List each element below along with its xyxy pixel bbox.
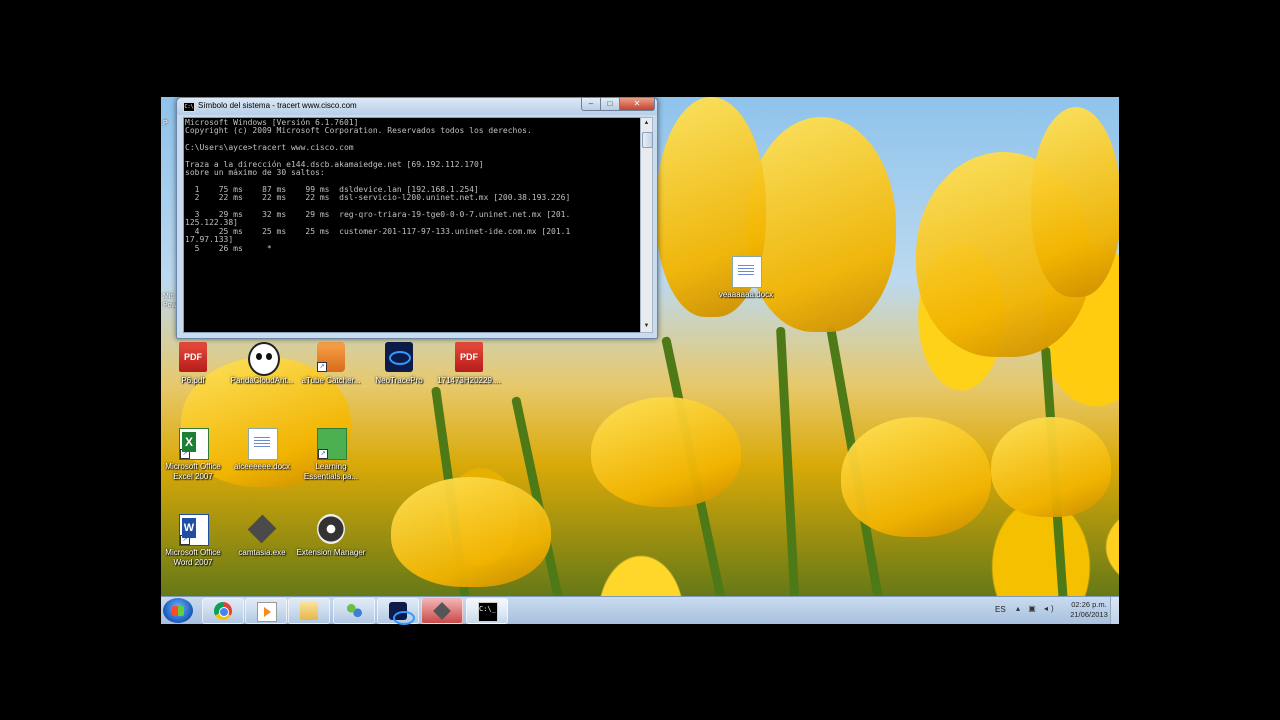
cmd-icon: C:\_ <box>478 602 498 622</box>
desktop-icon-p6-pdf[interactable]: PDF P6.pdf <box>158 342 228 402</box>
console-line: 3 29 ms 32 ms 29 ms reg-qro-triara-19-tg… <box>185 210 571 219</box>
taskbar-neotrace-button[interactable] <box>377 598 419 625</box>
wallpaper-tulip <box>391 477 551 587</box>
atube-catcher-icon: ↗ <box>317 342 345 372</box>
chrome-icon <box>214 602 232 620</box>
pdf-icon: PDF <box>455 342 483 372</box>
neotrace-icon <box>389 602 415 625</box>
cmd-icon[interactable]: C:\ <box>183 102 195 112</box>
taskbar-chrome-button[interactable] <box>202 598 244 624</box>
desktop-icon-aiceeeeee-docx[interactable]: aiceeeeee.docx <box>227 428 297 488</box>
close-button[interactable]: ✕ <box>619 98 655 111</box>
maximize-button[interactable]: □ <box>600 98 620 111</box>
console-line: 17.97.133] <box>185 235 234 244</box>
neotrace-icon <box>385 342 413 372</box>
taskbar-media-player-button[interactable] <box>245 598 287 624</box>
desktop-icon-label: Learning Essentials.pa... <box>303 462 359 481</box>
desktop-icon-learning-essentials[interactable]: ↗ Learning Essentials.pa... <box>296 428 366 488</box>
shortcut-arrow-icon: ↗ <box>180 449 190 459</box>
start-button[interactable] <box>163 598 193 623</box>
desktop-icon-171473-pdf[interactable]: PDF 171473H20229.... <box>434 342 504 402</box>
console-output[interactable]: Microsoft Windows [Versión 6.1.7601] Cop… <box>183 117 641 333</box>
taskbar-cmd-button[interactable]: C:\_ <box>466 598 508 624</box>
system-tray-icons[interactable]: ▴ ▣ ◂) <box>1016 604 1057 613</box>
taskbar-explorer-button[interactable] <box>288 598 330 624</box>
wallpaper-tulip <box>841 417 991 537</box>
wallpaper-stem <box>776 326 801 623</box>
minimize-button[interactable]: – <box>581 98 601 111</box>
window-title: Símbolo del sistema - tracert www.cisco.… <box>198 101 357 110</box>
taskbar: C:\_ ES ▴ ▣ ◂) 02:26 p.m. 21/06/2013 <box>161 596 1119 625</box>
docx-icon <box>732 256 762 288</box>
folder-icon <box>300 602 318 620</box>
panda-icon <box>248 342 280 376</box>
desktop-icon-label: veaaaaaa.docx <box>718 290 774 299</box>
desktop-icon-label: aiceeeeee.docx <box>233 462 291 471</box>
taskbar-messenger-button[interactable] <box>333 598 375 624</box>
scrollbar-thumb[interactable] <box>642 132 653 148</box>
camtasia-icon <box>247 514 277 544</box>
pdf-icon: PDF <box>179 342 207 372</box>
excel-icon: ↗ <box>179 428 209 460</box>
desktop-icon-excel-2007[interactable]: ↗ Microsoft Office Excel 2007 <box>158 428 228 488</box>
scroll-up-arrow-icon[interactable]: ▲ <box>641 118 652 129</box>
taskbar-camtasia-button[interactable] <box>421 598 463 624</box>
desktop-icon-extension-manager[interactable]: Extension Manager <box>296 514 366 574</box>
desktop-icon-label: 171473H20229.... <box>437 376 501 385</box>
desktop-icon-label: Microsoft Office Word 2007 <box>165 548 221 567</box>
shortcut-arrow-icon: ↗ <box>318 449 328 459</box>
extension-manager-icon <box>317 514 345 544</box>
desktop-icon-label: camtasia.exe <box>238 548 286 557</box>
desktop-icon-label: Microsoft Office Excel 2007 <box>165 462 221 481</box>
partial-icon-label: Mic <box>163 293 174 300</box>
wallpaper-tulip <box>1031 107 1119 297</box>
wallpaper-tulip <box>991 417 1111 517</box>
desktop-icon-word-2007[interactable]: ↗ Microsoft Office Word 2007 <box>158 514 228 574</box>
console-line: 4 25 ms 25 ms 25 ms customer-201-117-97-… <box>185 227 571 236</box>
scroll-down-arrow-icon[interactable]: ▼ <box>641 321 652 332</box>
shortcut-arrow-icon: ↗ <box>180 535 190 545</box>
console-line: 5 26 ms * <box>185 244 272 253</box>
desktop-icon-label: NeoTracePro <box>375 376 423 385</box>
desktop-icon-label: PandaCloudAnt... <box>230 376 294 385</box>
desktop-icon-label: aTube Catcher... <box>301 376 361 385</box>
word-icon: ↗ <box>179 514 209 546</box>
console-line: 125.122.38] <box>185 218 238 227</box>
learning-essentials-icon: ↗ <box>317 428 347 460</box>
clock-date: 21/06/2013 <box>1070 610 1108 619</box>
desktop-icon-veaaaaaa-docx[interactable]: veaaaaaa.docx <box>711 256 781 316</box>
language-indicator[interactable]: ES <box>995 605 1006 614</box>
console-line: sobre un máximo de 30 saltos: <box>185 168 325 177</box>
camtasia-icon <box>433 602 451 620</box>
clock-time: 02:26 p.m. <box>1071 600 1107 609</box>
console-line: 2 22 ms 22 ms 22 ms dsl-servicio-l200.un… <box>185 193 571 202</box>
docx-icon <box>248 428 278 460</box>
console-line: Copyright (c) 2009 Microsoft Corporation… <box>185 126 532 135</box>
clock[interactable]: 02:26 p.m. 21/06/2013 <box>1061 600 1117 620</box>
desktop-icon-pandacloud[interactable]: PandaCloudAnt... <box>227 342 297 402</box>
partial-icon-label: P <box>163 120 168 127</box>
console-scrollbar[interactable]: ▲ ▼ <box>640 117 653 333</box>
show-desktop-button[interactable] <box>1110 597 1119 624</box>
partial-icon-label: Pow <box>163 302 177 309</box>
desktop-icon-label: P6.pdf <box>181 376 205 385</box>
shortcut-arrow-icon: ↗ <box>317 362 327 372</box>
desktop-icon-neotracepro[interactable]: NeoTracePro <box>364 342 434 402</box>
messenger-icon <box>345 602 363 620</box>
console-line: C:\Users\ayce>tracert www.cisco.com <box>185 143 354 152</box>
command-prompt-window[interactable]: C:\ Símbolo del sistema - tracert www.ci… <box>176 97 658 339</box>
desktop-icon-camtasia[interactable]: camtasia.exe <box>227 514 297 574</box>
wallpaper-tulip <box>591 397 741 507</box>
media-player-icon <box>257 602 277 622</box>
desktop-icon-label: Extension Manager <box>296 548 366 557</box>
desktop-icon-atube-catcher[interactable]: ↗ aTube Catcher... <box>296 342 366 402</box>
